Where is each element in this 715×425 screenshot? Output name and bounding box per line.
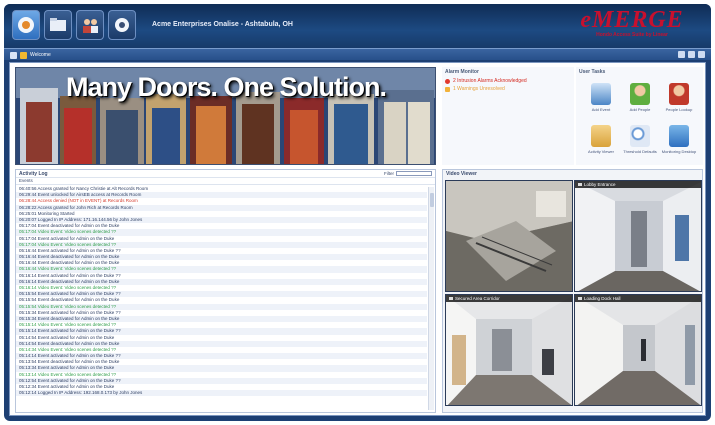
- calendar-icon: [591, 83, 611, 105]
- filter-control: Filter: [384, 171, 432, 176]
- activity-log-list: 06:40:56 Access granted for Nancy Christ…: [16, 186, 427, 412]
- task-label: Activity Viewer: [588, 149, 614, 154]
- home-button[interactable]: [12, 10, 40, 40]
- camera-image: [446, 295, 572, 405]
- filter-input[interactable]: [396, 171, 432, 176]
- warning-icon: [445, 86, 450, 92]
- activity-log-header: Activity Log Filter: [16, 170, 435, 178]
- camera-feed[interactable]: Secured Area Corridor: [445, 294, 573, 406]
- camera-image: [575, 295, 701, 405]
- task-monitoring-desktop[interactable]: Monitoring Desktop: [660, 125, 698, 154]
- gear-icon: [115, 18, 129, 32]
- settings-button[interactable]: [108, 10, 136, 40]
- logo-wordmark: eMERGE: [580, 7, 684, 33]
- camera-icon: [578, 183, 582, 186]
- banner-image: Many Doors. One Solution.: [15, 67, 436, 165]
- camera-name: Secured Area Corridor: [455, 296, 500, 301]
- activity-log-title: Activity Log: [19, 170, 48, 177]
- task-label: Threshold Defaults: [623, 149, 657, 154]
- task-label: Monitoring Desktop: [661, 149, 697, 154]
- task-threshold-defaults[interactable]: Threshold Defaults: [621, 125, 659, 154]
- logo-tagline: Hondo Access Suite by Linear: [596, 32, 668, 38]
- menu-icon[interactable]: [10, 51, 17, 59]
- header: Acme Enterprises Onalise - Ashtabula, OH…: [4, 4, 711, 48]
- refresh-icon[interactable]: [688, 51, 695, 58]
- monitor-icon: [669, 125, 689, 147]
- camera-name: Lobby Entrance: [584, 182, 616, 187]
- camera-feed[interactable]: Lobby Entrance: [574, 180, 702, 292]
- star-icon: [20, 51, 27, 59]
- task-people-lookup[interactable]: People Lookup: [660, 83, 698, 112]
- task-add-people[interactable]: Add People: [621, 83, 659, 112]
- person-search-icon: [669, 83, 689, 105]
- welcome-tab[interactable]: Welcome: [30, 52, 51, 58]
- activity-log-scrollbar[interactable]: [428, 187, 434, 410]
- video-viewer-panel: Video Viewer Lobby Entrance Secured Area…: [442, 169, 703, 413]
- help-icon[interactable]: [678, 51, 685, 58]
- alarm-item-text: 2 Intrusion Alarms Acknowledged: [453, 78, 527, 84]
- toolbar: Welcome: [4, 48, 711, 60]
- logout-icon[interactable]: [698, 51, 705, 58]
- folder-button[interactable]: [44, 10, 72, 40]
- task-label: Add People: [629, 107, 651, 112]
- main-content: Many Doors. One Solution. Alarm Monitor …: [9, 62, 706, 416]
- camera-image: [446, 181, 572, 291]
- clipboard-icon: [591, 125, 611, 147]
- people-icon: [83, 19, 98, 33]
- alarm-monitor-title: Alarm Monitor: [445, 69, 479, 75]
- app-window: Acme Enterprises Onalise - Ashtabula, OH…: [4, 4, 711, 421]
- task-label: People Lookup: [665, 107, 693, 112]
- folder-icon: [50, 18, 66, 31]
- window-controls: [678, 51, 705, 58]
- alarm-item[interactable]: 2 Intrusion Alarms Acknowledged: [442, 77, 574, 85]
- warning-item-text: 1 Warnings Unresolved: [453, 86, 505, 92]
- breadcrumb: Welcome: [10, 51, 51, 59]
- activity-log-panel: Activity Log Filter Events 06:40:56 Acce…: [15, 169, 436, 413]
- log-row[interactable]: 05:12:14 Logged In IP Address: 192.168.0…: [16, 390, 427, 397]
- camera-label: Lobby Entrance: [575, 181, 701, 188]
- camera-icon: [578, 297, 582, 300]
- search-icon: [630, 125, 650, 147]
- filter-label: Filter: [384, 171, 394, 176]
- banner-slogan: Many Doors. One Solution.: [66, 72, 387, 102]
- emerge-logo: eMERGE Hondo Access Suite by Linear: [567, 8, 697, 42]
- people-button[interactable]: [76, 10, 104, 40]
- warning-item[interactable]: 1 Warnings Unresolved: [442, 85, 574, 93]
- alarm-icon: [445, 78, 450, 84]
- camera-image: [575, 181, 701, 291]
- camera-feed[interactable]: Loading Dock Hall: [574, 294, 702, 406]
- camera-icon: [449, 297, 453, 300]
- task-add-event[interactable]: Add Event: [582, 83, 620, 112]
- camera-label: Loading Dock Hall: [575, 295, 701, 302]
- user-tasks-panel: User Tasks Add Event Add People People L…: [576, 67, 703, 165]
- video-viewer-title: Video Viewer: [446, 171, 477, 177]
- home-icon: [18, 17, 34, 33]
- add-person-icon: [630, 83, 650, 105]
- alarm-monitor-panel: Alarm Monitor 2 Intrusion Alarms Acknowl…: [442, 67, 574, 165]
- camera-feed[interactable]: [445, 180, 573, 292]
- camera-label: Secured Area Corridor: [446, 295, 572, 302]
- user-tasks-title: User Tasks: [579, 69, 606, 75]
- scrollbar-thumb[interactable]: [430, 193, 434, 207]
- task-activity-viewer[interactable]: Activity Viewer: [582, 125, 620, 154]
- site-title: Acme Enterprises Onalise - Ashtabula, OH: [152, 21, 293, 28]
- activity-log-subheader: Events: [16, 178, 435, 185]
- camera-name: Loading Dock Hall: [584, 296, 621, 301]
- task-label: Add Event: [591, 107, 611, 112]
